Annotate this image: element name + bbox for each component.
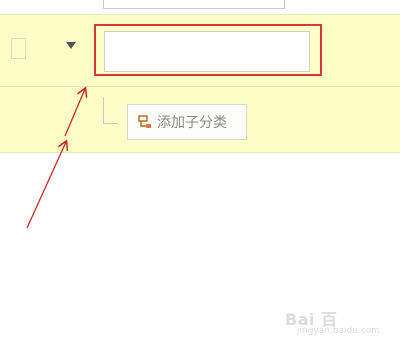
row-checkbox[interactable] <box>11 38 26 59</box>
tree-connector-line <box>103 97 118 124</box>
baidu-watermark: Bai 百 jingyan.baidu.com <box>283 306 395 342</box>
annotation-arrow-long <box>26 142 66 229</box>
caret-down-icon[interactable] <box>66 42 76 49</box>
category-name-input[interactable] <box>104 31 310 72</box>
previous-row <box>0 0 400 14</box>
watermark-bottom-text: jingyan.baidu.com <box>297 326 381 336</box>
previous-category-input[interactable] <box>103 0 285 9</box>
subcategory-icon <box>138 115 151 128</box>
add-subcategory-label: 添加子分类 <box>157 115 227 131</box>
add-subcategory-button[interactable]: 添加子分类 <box>127 104 247 140</box>
